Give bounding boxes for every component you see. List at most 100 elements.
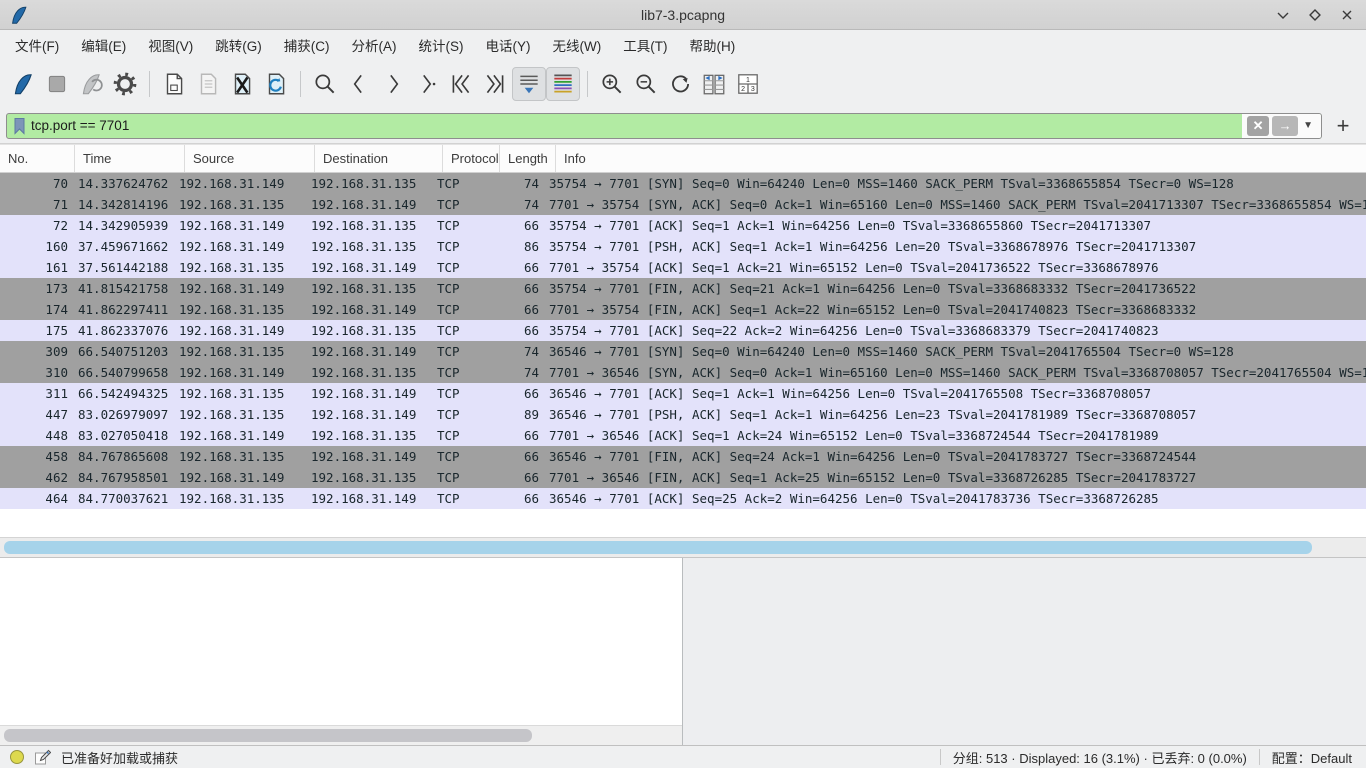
go-to-packet-icon[interactable] xyxy=(410,67,444,101)
packet-info: 36546 → 7701 [SYN] Seq=0 Win=64240 Len=0… xyxy=(539,344,1366,359)
col-source[interactable]: Source xyxy=(185,145,315,172)
menu-help[interactable]: 帮助(H) xyxy=(678,31,746,59)
details-hscrollbar-thumb[interactable] xyxy=(4,729,532,742)
expert-info-icon[interactable] xyxy=(10,750,24,764)
profile-selector[interactable]: 配置：Default xyxy=(1259,749,1366,765)
packet-info: 36546 → 7701 [ACK] Seq=25 Ack=2 Win=6425… xyxy=(539,491,1366,506)
filter-apply-icon[interactable]: → xyxy=(1272,116,1298,136)
packet-row[interactable]: 160 37.459671662 192.168.31.149 192.168.… xyxy=(0,236,1366,257)
packet-info: 36546 → 7701 [ACK] Seq=1 Ack=1 Win=64256… xyxy=(539,386,1366,401)
packet-source: 192.168.31.149 xyxy=(174,281,304,296)
filter-add-button[interactable]: + xyxy=(1328,113,1358,139)
packet-protocol: TCP xyxy=(432,344,489,359)
resize-columns-icon[interactable] xyxy=(697,67,731,101)
packet-row[interactable]: 174 41.862297411 192.168.31.135 192.168.… xyxy=(0,299,1366,320)
go-forward-icon[interactable] xyxy=(376,67,410,101)
packet-length: 74 xyxy=(489,197,539,212)
window-title: lib7-3.pcapng xyxy=(0,7,1366,23)
packet-protocol: TCP xyxy=(432,428,489,443)
packet-info: 35754 → 7701 [SYN] Seq=0 Win=64240 Len=0… xyxy=(539,176,1366,191)
menu-statistics[interactable]: 统计(S) xyxy=(408,31,475,59)
zoom-in-icon[interactable] xyxy=(595,67,629,101)
packet-destination: 192.168.31.135 xyxy=(304,218,432,233)
packet-destination: 192.168.31.135 xyxy=(304,176,432,191)
col-info[interactable]: Info xyxy=(556,145,1366,172)
menu-edit[interactable]: 编辑(E) xyxy=(70,31,137,59)
packet-row[interactable]: 310 66.540799658 192.168.31.149 192.168.… xyxy=(0,362,1366,383)
display-filter-field[interactable]: ✕ → ▼ xyxy=(6,113,1322,139)
col-no[interactable]: No. xyxy=(0,145,75,172)
filter-bookmark-icon[interactable] xyxy=(7,117,31,135)
packet-no: 70 xyxy=(0,176,68,191)
menu-tools[interactable]: 工具(T) xyxy=(612,31,678,59)
packet-row[interactable]: 448 83.027050418 192.168.31.149 192.168.… xyxy=(0,425,1366,446)
packet-info: 7701 → 35754 [ACK] Seq=1 Ack=21 Win=6515… xyxy=(539,260,1366,275)
reload-file-icon[interactable] xyxy=(259,67,293,101)
svg-text:1: 1 xyxy=(746,77,750,84)
close-file-icon[interactable] xyxy=(225,67,259,101)
open-file-icon[interactable] xyxy=(157,67,191,101)
packet-length: 66 xyxy=(489,386,539,401)
close-button[interactable] xyxy=(1338,6,1356,24)
numbered-columns-icon[interactable]: 123 xyxy=(731,67,765,101)
col-time[interactable]: Time xyxy=(75,145,185,172)
filter-dropdown-icon[interactable]: ▼ xyxy=(1301,120,1315,131)
go-first-icon[interactable] xyxy=(444,67,478,101)
menu-go[interactable]: 跳转(G) xyxy=(204,31,273,59)
packet-row[interactable]: 462 84.767958501 192.168.31.149 192.168.… xyxy=(0,467,1366,488)
packet-row[interactable]: 447 83.026979097 192.168.31.135 192.168.… xyxy=(0,404,1366,425)
go-back-icon[interactable] xyxy=(342,67,376,101)
zoom-out-icon[interactable] xyxy=(629,67,663,101)
packet-protocol: TCP xyxy=(432,281,489,296)
packet-length: 74 xyxy=(489,365,539,380)
packet-destination: 192.168.31.135 xyxy=(304,323,432,338)
col-destination[interactable]: Destination xyxy=(315,145,443,172)
packet-source: 192.168.31.135 xyxy=(174,491,304,506)
packet-row[interactable]: 464 84.770037621 192.168.31.135 192.168.… xyxy=(0,488,1366,509)
packet-protocol: TCP xyxy=(432,365,489,380)
save-file-icon[interactable] xyxy=(191,67,225,101)
packet-row[interactable]: 161 37.561442188 192.168.31.135 192.168.… xyxy=(0,257,1366,278)
packet-source: 192.168.31.149 xyxy=(174,218,304,233)
packet-row[interactable]: 311 66.542494325 192.168.31.135 192.168.… xyxy=(0,383,1366,404)
packet-protocol: TCP xyxy=(432,449,489,464)
menu-wireless[interactable]: 无线(W) xyxy=(542,31,613,59)
menu-capture[interactable]: 捕获(C) xyxy=(273,31,341,59)
packet-row[interactable]: 72 14.342905939 192.168.31.149 192.168.3… xyxy=(0,215,1366,236)
col-length[interactable]: Length xyxy=(500,145,556,172)
packet-row[interactable]: 175 41.862337076 192.168.31.149 192.168.… xyxy=(0,320,1366,341)
packet-info: 35754 → 7701 [PSH, ACK] Seq=1 Ack=1 Win=… xyxy=(539,239,1366,254)
display-filter-input[interactable] xyxy=(31,118,1242,133)
go-last-icon[interactable] xyxy=(478,67,512,101)
capture-options-gear-icon[interactable] xyxy=(108,67,142,101)
stop-capture-icon[interactable] xyxy=(40,67,74,101)
filter-clear-icon[interactable]: ✕ xyxy=(1247,116,1269,136)
packet-time: 66.540799658 xyxy=(68,365,174,380)
col-protocol[interactable]: Protocol xyxy=(443,145,500,172)
auto-scroll-icon[interactable] xyxy=(512,67,546,101)
maximize-button[interactable] xyxy=(1306,6,1324,24)
packet-source: 192.168.31.149 xyxy=(174,176,304,191)
packet-row[interactable]: 70 14.337624762 192.168.31.149 192.168.3… xyxy=(0,173,1366,194)
restart-capture-icon[interactable] xyxy=(74,67,108,101)
menu-analyze[interactable]: 分析(A) xyxy=(341,31,408,59)
menu-view[interactable]: 视图(V) xyxy=(137,31,204,59)
capture-comment-icon[interactable] xyxy=(34,749,51,766)
start-capture-fin-icon[interactable] xyxy=(6,67,40,101)
menu-file[interactable]: 文件(F) xyxy=(4,31,70,59)
find-packet-icon[interactable] xyxy=(308,67,342,101)
packet-no: 448 xyxy=(0,428,68,443)
packet-protocol: TCP xyxy=(432,470,489,485)
packet-row[interactable]: 458 84.767865608 192.168.31.135 192.168.… xyxy=(0,446,1366,467)
colorize-icon[interactable] xyxy=(546,67,580,101)
minimize-button[interactable] xyxy=(1274,6,1292,24)
menu-telephony[interactable]: 电话(Y) xyxy=(475,31,542,59)
packet-row[interactable]: 71 14.342814196 192.168.31.135 192.168.3… xyxy=(0,194,1366,215)
packet-protocol: TCP xyxy=(432,239,489,254)
packet-no: 71 xyxy=(0,197,68,212)
packet-row[interactable]: 309 66.540751203 192.168.31.135 192.168.… xyxy=(0,341,1366,362)
zoom-reset-icon[interactable] xyxy=(663,67,697,101)
packet-time: 83.027050418 xyxy=(68,428,174,443)
packet-list-hscrollbar-thumb[interactable] xyxy=(4,541,1312,554)
packet-row[interactable]: 173 41.815421758 192.168.31.149 192.168.… xyxy=(0,278,1366,299)
